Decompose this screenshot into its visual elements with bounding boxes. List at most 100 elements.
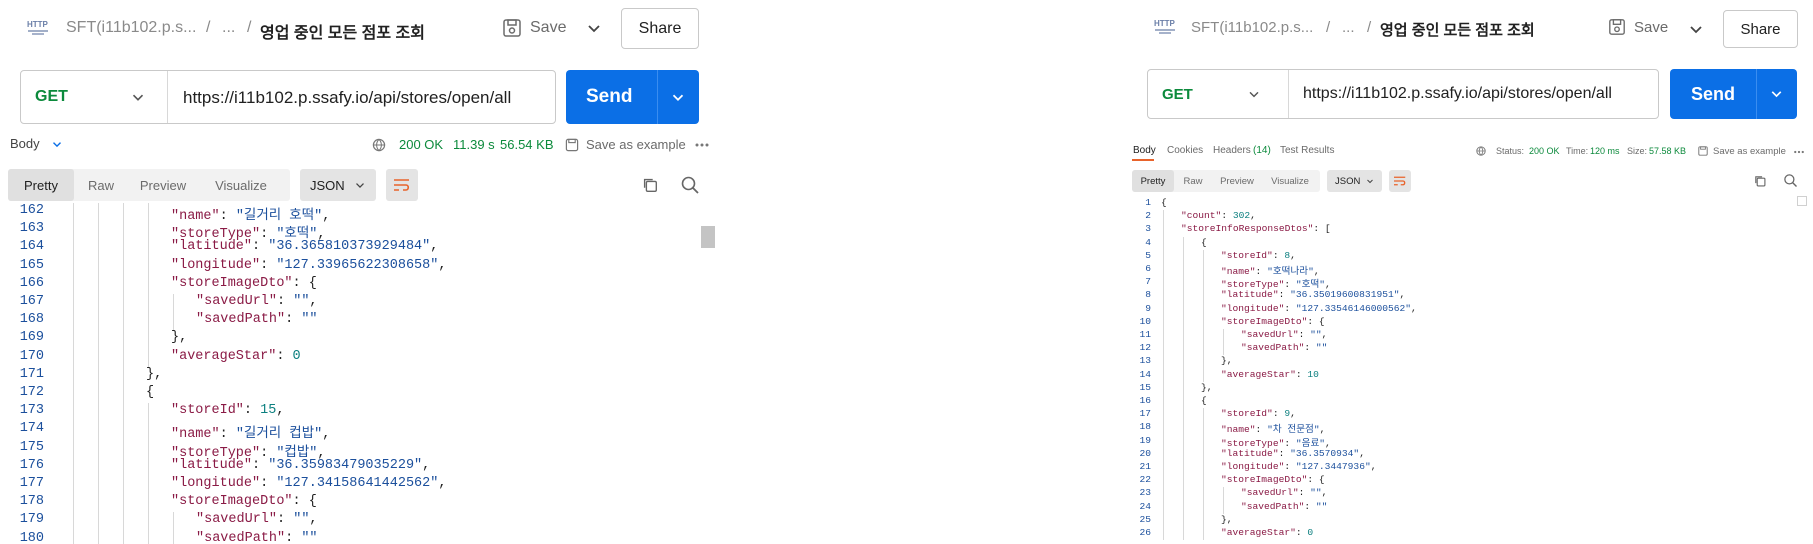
save-options-chevron-icon[interactable] xyxy=(1686,19,1706,39)
format-select[interactable]: JSON xyxy=(1327,170,1382,192)
json-string: "36.35983479035229" xyxy=(268,457,423,473)
indent-guide xyxy=(73,403,74,422)
send-options-chevron-icon[interactable] xyxy=(669,88,687,106)
save-button[interactable]: Save xyxy=(1608,18,1668,36)
breadcrumb-collection[interactable]: SFT(i11b102.p.s... xyxy=(66,19,196,37)
scrollbar-track-top[interactable] xyxy=(1797,196,1807,206)
url-input[interactable]: https://i11b102.p.ssafy.io/api/stores/op… xyxy=(183,88,511,108)
response-time[interactable]: 120 ms xyxy=(1590,146,1620,156)
chevron-down-icon[interactable] xyxy=(129,88,147,106)
tab-raw[interactable]: Raw xyxy=(74,169,128,201)
copy-icon[interactable] xyxy=(641,176,659,194)
indent-guide xyxy=(123,257,124,276)
indent-guide xyxy=(1183,474,1184,488)
left-topbar: HTTP SFT(i11b102.p.s... / ... / 영업 중인 모든… xyxy=(0,0,716,56)
wrap-lines-button[interactable] xyxy=(386,169,418,201)
response-time[interactable]: 11.39 s xyxy=(453,137,495,152)
search-icon[interactable] xyxy=(680,175,700,195)
wrap-lines-button[interactable] xyxy=(1389,170,1411,192)
indent-guide xyxy=(1223,329,1224,343)
code-line: "storeType": "음료", xyxy=(1221,435,1331,449)
more-options-icon[interactable] xyxy=(694,140,710,150)
status-label: Status: xyxy=(1496,146,1525,156)
resp-tab-cookies[interactable]: Cookies xyxy=(1167,145,1203,156)
json-punct: : xyxy=(1304,342,1316,354)
save-as-example-button[interactable]: Save as example xyxy=(1713,146,1786,157)
share-button[interactable]: Share xyxy=(621,8,699,49)
copy-icon[interactable] xyxy=(1753,174,1767,188)
json-punct: : xyxy=(277,294,294,309)
chevron-down-icon[interactable] xyxy=(1246,86,1262,102)
line-number: 9 xyxy=(1145,302,1151,314)
code-line: "latitude": "36.3570934", xyxy=(1221,448,1365,459)
json-key: "savedPath" xyxy=(1241,500,1305,512)
scrollbar-thumb[interactable] xyxy=(701,226,715,248)
json-punct: : xyxy=(1295,368,1308,380)
globe-icon[interactable] xyxy=(1475,145,1487,157)
save-as-example-button[interactable]: Save as example xyxy=(586,137,686,152)
status-code[interactable]: 200 OK xyxy=(399,137,443,152)
response-body-editor[interactable]: 1 {2 "count": 302, 3 "storeInfoResponseDtos"… xyxy=(1131,195,1801,544)
save-button[interactable]: Save xyxy=(502,18,566,38)
share-button[interactable]: Share xyxy=(1723,10,1798,48)
resp-tab-body[interactable]: Body xyxy=(1133,145,1156,156)
indent-guide xyxy=(98,403,99,422)
resp-tab-headers[interactable]: Headers xyxy=(1213,145,1251,156)
breadcrumb-ellipsis[interactable]: ... xyxy=(222,19,235,37)
tab-pretty[interactable]: Pretty xyxy=(8,169,74,201)
indent-guide xyxy=(1203,513,1204,527)
json-punct: , xyxy=(1290,408,1296,420)
json-key: "latitude" xyxy=(171,239,253,255)
globe-icon[interactable] xyxy=(371,137,387,153)
format-select[interactable]: JSON xyxy=(300,169,376,201)
indent-guide xyxy=(1183,513,1184,527)
indent-guide xyxy=(123,348,124,367)
json-punct: , xyxy=(438,257,447,273)
response-size[interactable]: 56.54 KB xyxy=(500,137,554,152)
json-key: "storeImageDto" xyxy=(1221,474,1308,486)
request-title[interactable]: 영업 중인 모든 점포 조회 xyxy=(1380,19,1535,40)
json-key: "savedUrl" xyxy=(1241,487,1299,499)
breadcrumb-separator: / xyxy=(206,19,211,36)
tab-visualize[interactable]: Visualize xyxy=(198,169,284,201)
indent-guide xyxy=(1183,421,1184,435)
response-section-toggle[interactable]: Body xyxy=(10,136,64,151)
status-code[interactable]: 200 OK xyxy=(1529,146,1560,156)
json-string: "36.35019600831951" xyxy=(1290,289,1400,301)
response-body-editor[interactable]: 162 "name": "길거리 호떡", 163 "storeType": "호떡"… xyxy=(8,203,700,544)
send-options-chevron-icon[interactable] xyxy=(1768,85,1785,102)
breadcrumb-ellipsis[interactable]: ... xyxy=(1342,19,1355,36)
line-number: 3 xyxy=(1145,223,1151,235)
search-icon[interactable] xyxy=(1783,173,1798,188)
response-size[interactable]: 57.58 KB xyxy=(1649,146,1686,156)
indent-guide xyxy=(1183,289,1184,303)
resp-tab-test-results[interactable]: Test Results xyxy=(1280,145,1334,156)
line-number: 172 xyxy=(19,385,44,400)
breadcrumb-collection[interactable]: SFT(i11b102.p.s... xyxy=(1191,19,1313,36)
indent-guide xyxy=(98,294,99,313)
json-string: "" xyxy=(1310,487,1322,499)
tab-pretty[interactable]: Pretty xyxy=(1132,170,1174,192)
url-input[interactable]: https://i11b102.p.ssafy.io/api/stores/op… xyxy=(1303,85,1612,103)
send-button[interactable]: Send xyxy=(1670,69,1797,119)
indent-guide xyxy=(73,203,74,222)
tab-raw[interactable]: Raw xyxy=(1174,170,1212,192)
tab-preview[interactable]: Preview xyxy=(128,169,198,201)
method-select[interactable]: GET xyxy=(1162,70,1193,118)
code-line: "savedUrl": "", xyxy=(196,294,318,309)
send-button[interactable]: Send xyxy=(566,70,699,124)
json-key: "savedPath" xyxy=(1241,342,1305,354)
more-options-icon[interactable] xyxy=(1793,148,1805,156)
line-number: 24 xyxy=(1139,500,1151,512)
save-options-chevron-icon[interactable] xyxy=(584,18,604,38)
json-punct: : [ xyxy=(1313,223,1331,235)
active-tab-indicator xyxy=(1132,159,1154,161)
indent-guide xyxy=(1203,315,1204,329)
tab-preview[interactable]: Preview xyxy=(1212,170,1262,192)
request-title[interactable]: 영업 중인 모든 점포 조회 xyxy=(260,19,425,43)
indent-guide xyxy=(148,330,149,349)
tab-visualize[interactable]: Visualize xyxy=(1262,170,1318,192)
method-select[interactable]: GET xyxy=(35,71,68,123)
line-number: 180 xyxy=(19,530,44,544)
indent-guide xyxy=(98,366,99,385)
